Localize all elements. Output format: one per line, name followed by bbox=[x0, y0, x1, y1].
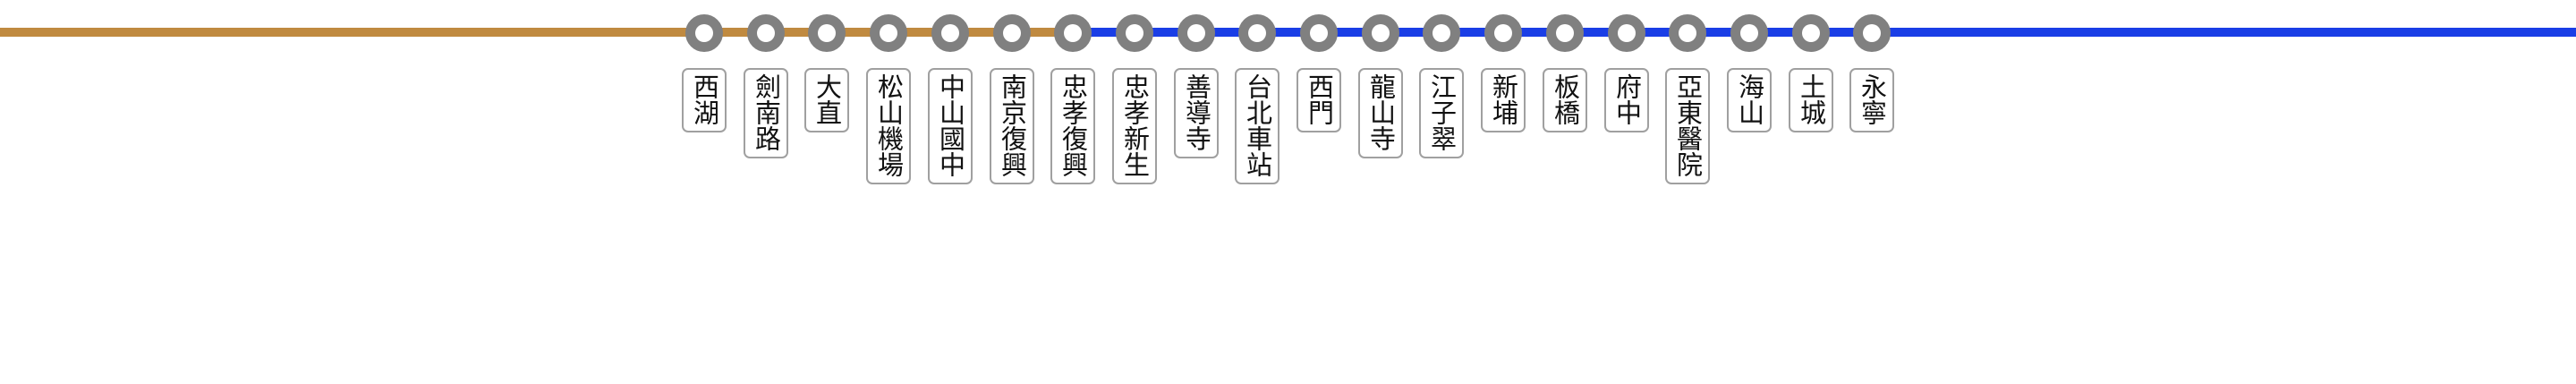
station-name-label: 西湖 bbox=[682, 68, 727, 132]
station-name-label: 善導寺 bbox=[1174, 68, 1219, 158]
station-name-label: 忠孝復興 bbox=[1050, 68, 1095, 184]
station-marker-icon bbox=[1116, 14, 1153, 52]
station-marker-icon bbox=[993, 14, 1031, 52]
station-marker-icon bbox=[1300, 14, 1338, 52]
station-name-label: 亞東醫院 bbox=[1665, 68, 1710, 184]
station-name-label: 台北車站 bbox=[1235, 68, 1279, 184]
station-name-label: 松山機場 bbox=[866, 68, 911, 184]
station-name-label: 海山 bbox=[1727, 68, 1772, 132]
station-name-label: 府中 bbox=[1604, 68, 1649, 132]
station-marker-icon bbox=[1669, 14, 1706, 52]
station-name-label: 新埔 bbox=[1481, 68, 1526, 132]
station-name-label: 永寧 bbox=[1849, 68, 1894, 132]
station-marker-icon bbox=[1423, 14, 1460, 52]
station-name-label: 大直 bbox=[804, 68, 849, 132]
station-name-label: 忠孝新生 bbox=[1112, 68, 1157, 184]
station-marker-icon bbox=[870, 14, 907, 52]
station-marker-icon bbox=[1238, 14, 1276, 52]
station-name-label: 土城 bbox=[1789, 68, 1833, 132]
station-name-label: 西門 bbox=[1297, 68, 1341, 132]
station-marker-icon bbox=[1177, 14, 1215, 52]
station-name-label: 江子翠 bbox=[1419, 68, 1464, 158]
station-marker-icon bbox=[1730, 14, 1768, 52]
station-name-label: 南京復興 bbox=[990, 68, 1034, 184]
station-marker-icon bbox=[931, 14, 969, 52]
station-marker-icon bbox=[1792, 14, 1830, 52]
station-marker-icon bbox=[1546, 14, 1584, 52]
station-marker-icon bbox=[747, 14, 785, 52]
station-marker-icon bbox=[1853, 14, 1891, 52]
station-marker-icon bbox=[1484, 14, 1522, 52]
station-marker-icon bbox=[1054, 14, 1092, 52]
route-segment-brown bbox=[0, 28, 1078, 37]
station-name-label: 中山國中 bbox=[928, 68, 973, 184]
station-marker-icon bbox=[1362, 14, 1399, 52]
station-name-label: 板橋 bbox=[1543, 68, 1587, 132]
station-marker-icon bbox=[1608, 14, 1645, 52]
station-marker-icon bbox=[808, 14, 846, 52]
station-marker-icon bbox=[685, 14, 723, 52]
station-name-label: 龍山寺 bbox=[1358, 68, 1403, 158]
station-name-label: 劍南路 bbox=[744, 68, 788, 158]
